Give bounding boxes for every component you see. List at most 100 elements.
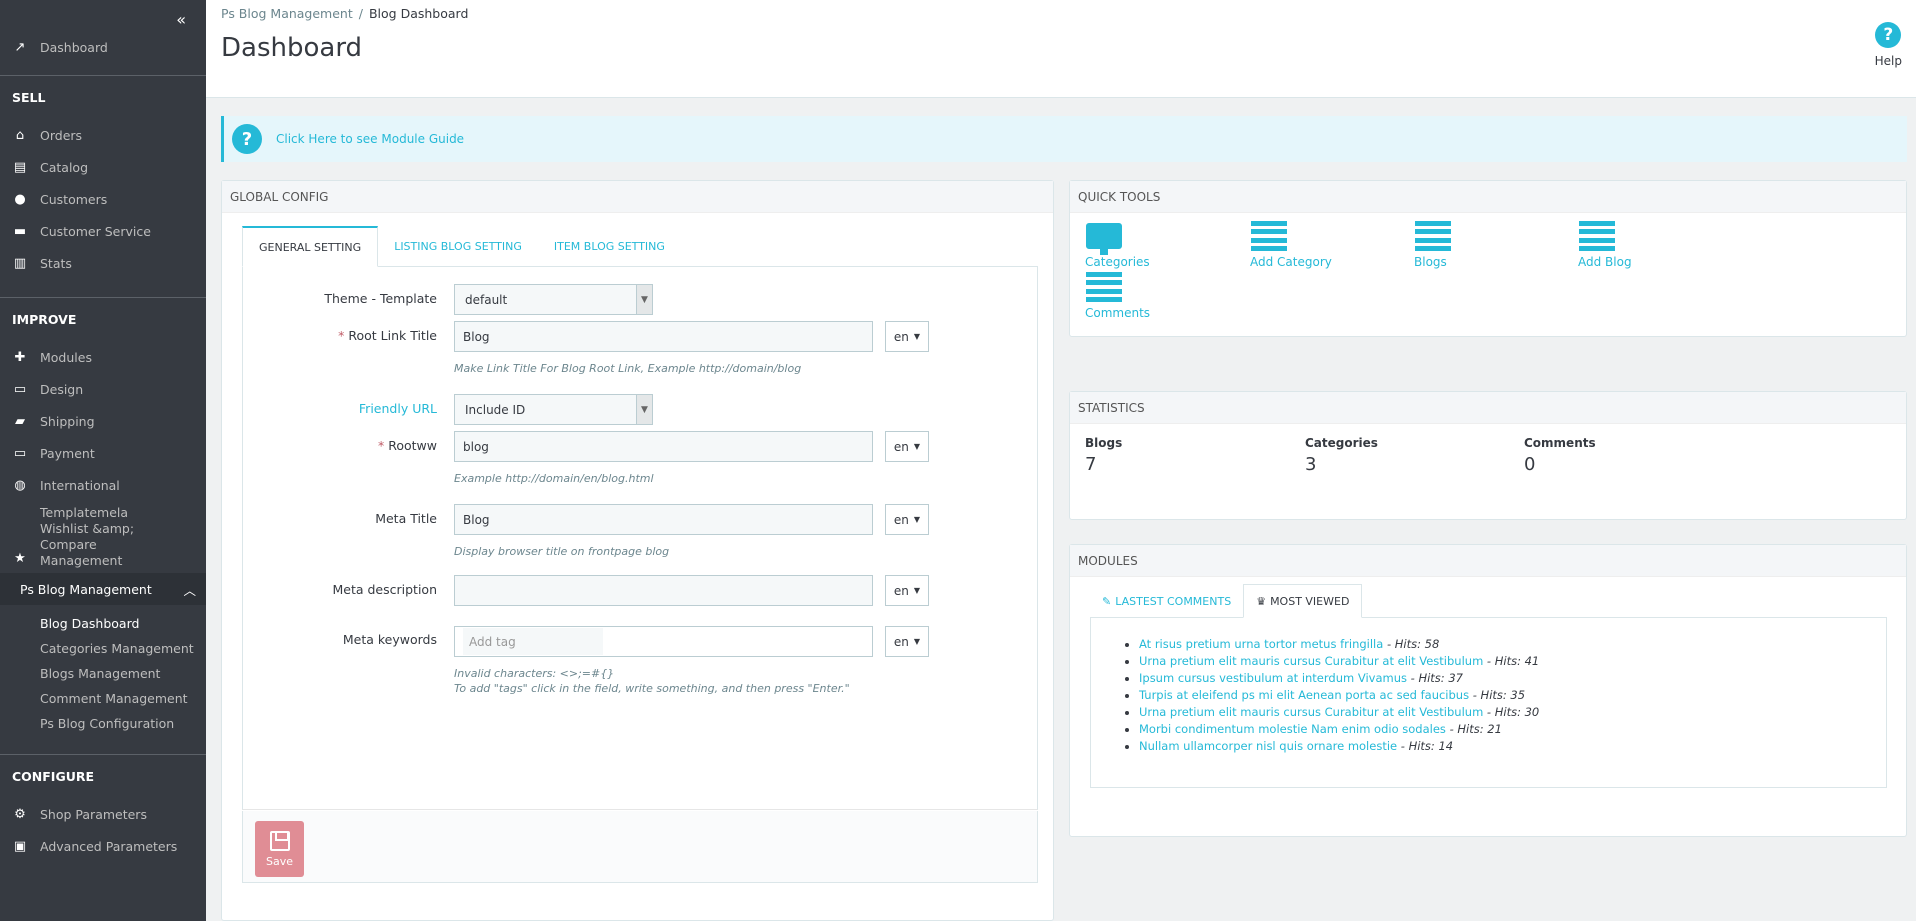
sidebar-item-dashboard[interactable]: ↗ Dashboard <box>0 31 206 63</box>
theme-template-select[interactable]: default ▼ <box>454 284 653 315</box>
trending-up-icon: ↗ <box>14 39 26 55</box>
quick-tool-label: Add Category <box>1250 255 1332 269</box>
label-text: Rootww <box>388 438 437 453</box>
meta-description-input[interactable] <box>454 575 873 606</box>
meta-keywords-tag-input[interactable]: Add tag <box>454 626 873 657</box>
sidebar-item-orders[interactable]: ⌂ Orders <box>0 119 206 151</box>
language-dropdown[interactable]: en ▼ <box>885 431 929 462</box>
blog-link[interactable]: Urna pretium elit mauris cursus Curabitu… <box>1139 654 1483 668</box>
trophy-icon: ♛ <box>1256 594 1267 608</box>
question-icon: ? <box>232 124 262 154</box>
blog-link[interactable]: Turpis at eleifend ps mi elit Aenean por… <box>1139 688 1469 702</box>
caret-down-icon: ▼ <box>913 332 921 341</box>
rootww-input[interactable]: blog <box>454 431 873 462</box>
tab-label: MOST VIEWED <box>1270 594 1350 608</box>
stat-categories: Categories 3 <box>1305 436 1378 475</box>
sidebar-item-design[interactable]: ▭ Design <box>0 373 206 405</box>
rootww-label: * Rootww <box>378 438 437 453</box>
general-setting-form: Theme - Template default ▼ * Root Link Tit… <box>242 266 1038 810</box>
sidebar-section-improve: IMPROVE <box>0 297 206 341</box>
form-footer: Save <box>242 811 1038 883</box>
settings-box-icon: ▣ <box>13 838 27 854</box>
sidebar-item-stats[interactable]: ▥ Stats <box>0 247 206 279</box>
sidebar-item-shop-parameters[interactable]: ⚙ Shop Parameters <box>0 798 206 830</box>
truck-icon: ▰ <box>15 413 25 429</box>
quick-tool-add-category[interactable]: Add Category <box>1250 219 1390 269</box>
panel-heading: QUICK TOOLS <box>1070 181 1906 213</box>
list-item: Turpis at eleifend ps mi elit Aenean por… <box>1139 687 1539 704</box>
friendly-url-select[interactable]: Include ID ▼ <box>454 394 653 425</box>
help-icon: ? <box>1875 22 1902 48</box>
stat-label: Blogs <box>1085 436 1123 450</box>
quick-tool-add-blog[interactable]: Add Blog <box>1578 219 1718 269</box>
sidebar-item-label: Payment <box>40 445 95 461</box>
caret-down-icon: ▼ <box>913 586 921 595</box>
sidebar-subitem-ps-blog-configuration[interactable]: Ps Blog Configuration <box>0 711 206 736</box>
language-dropdown[interactable]: en ▼ <box>885 626 929 657</box>
tab-general-setting[interactable]: GENERAL SETTING <box>242 226 379 267</box>
modules-panel: MODULES ✎LASTEST COMMENTS ♛MOST VIEWED A… <box>1069 544 1907 837</box>
save-button[interactable]: Save <box>255 821 304 877</box>
tab-item-blog-setting[interactable]: ITEM BLOG SETTING <box>538 226 681 267</box>
list-item: Urna pretium elit mauris cursus Curabitu… <box>1139 704 1539 721</box>
sidebar-subitem-blog-dashboard[interactable]: Blog Dashboard <box>0 611 206 636</box>
sidebar-item-ps-blog-management[interactable]: Ps Blog Management ︿ <box>0 573 206 605</box>
stat-value: 3 <box>1305 454 1317 475</box>
sidebar-item-customers[interactable]: ● Customers <box>0 183 206 215</box>
sidebar-subitem-categories-management[interactable]: Categories Management <box>0 636 206 661</box>
sidebar-item-catalog[interactable]: ▤ Catalog <box>0 151 206 183</box>
sidebar-item-advanced-parameters[interactable]: ▣ Advanced Parameters <box>0 830 206 862</box>
most-viewed-list-container: At risus pretium urna tortor metus fring… <box>1090 617 1887 788</box>
sidebar-item-label: Customer Service <box>40 223 151 239</box>
list-icon <box>1414 219 1452 253</box>
quick-tool-categories[interactable]: Categories <box>1085 219 1225 269</box>
sidebar-item-international[interactable]: ◍ International <box>0 469 206 501</box>
tab-most-viewed[interactable]: ♛ MOST VIEWED <box>1243 584 1363 618</box>
language-dropdown[interactable]: en ▼ <box>885 504 929 535</box>
quick-tool-label: Add Blog <box>1578 255 1632 269</box>
quick-tool-blogs[interactable]: Blogs <box>1414 219 1554 269</box>
select-value: default <box>465 292 508 307</box>
language-code: en <box>893 329 909 344</box>
sidebar-subitem-blogs-management[interactable]: Blogs Management <box>0 661 206 686</box>
blog-link[interactable]: At risus pretium urna tortor metus fring… <box>1139 637 1383 651</box>
help-button[interactable]: ? Help <box>1875 22 1902 68</box>
blog-link[interactable]: Urna pretium elit mauris cursus Curabitu… <box>1139 705 1483 719</box>
double-chevron-left-icon[interactable]: « <box>176 10 186 29</box>
friendly-url-label[interactable]: Friendly URL <box>359 401 437 416</box>
sidebar-item-customer-service[interactable]: ▬ Customer Service <box>0 215 206 247</box>
sidebar-item-label: Design <box>40 381 84 397</box>
sidebar-section-configure: CONFIGURE <box>0 754 206 798</box>
blog-link[interactable]: Ipsum cursus vestibulum at interdum Viva… <box>1139 671 1407 685</box>
sidebar-item-label: Dashboard <box>40 39 108 55</box>
sidebar-item-modules[interactable]: ✚ Modules <box>0 341 206 373</box>
module-guide-link[interactable]: Click Here to see Module Guide <box>276 132 464 146</box>
meta-title-input[interactable]: Blog <box>454 504 873 535</box>
blog-link[interactable]: Morbi condimentum molestie Nam enim odio… <box>1139 722 1446 736</box>
breadcrumb-item[interactable]: Ps Blog Management <box>221 6 353 21</box>
star-icon: ★ <box>14 551 26 566</box>
language-dropdown[interactable]: en ▼ <box>885 321 929 352</box>
sidebar-item-shipping[interactable]: ▰ Shipping <box>0 405 206 437</box>
hits-count: - Hits: 35 <box>1469 688 1526 702</box>
stat-comments: Comments 0 <box>1524 436 1596 475</box>
language-dropdown[interactable]: en ▼ <box>885 575 929 606</box>
sidebar-item-payment[interactable]: ▭ Payment <box>0 437 206 469</box>
quick-tool-comments[interactable]: Comments <box>1085 270 1225 320</box>
blog-link[interactable]: Nullam ullamcorper nisl quis ornare mole… <box>1139 739 1397 753</box>
root-link-title-input[interactable]: Blog <box>454 321 873 352</box>
sidebar-section-sell: SELL <box>0 75 206 119</box>
meta-keywords-hint-howto: To add "tags" click in the field, write … <box>454 682 850 695</box>
hits-count: - Hits: 21 <box>1445 722 1502 736</box>
config-tabs: GENERAL SETTING LISTING BLOG SETTING ITE… <box>242 226 681 267</box>
credit-card-icon: ▭ <box>13 445 27 461</box>
list-icon <box>1250 219 1288 253</box>
sidebar-subitem-comment-management[interactable]: Comment Management <box>0 686 206 711</box>
tab-lastest-comments[interactable]: ✎ LASTEST COMMENTS <box>1090 584 1243 618</box>
sidebar-item-templatemela[interactable]: ★ Templatemela Wishlist &amp; Compare Man… <box>0 501 206 573</box>
tab-listing-blog-setting[interactable]: LISTING BLOG SETTING <box>378 226 538 267</box>
hits-count: - Hits: 58 <box>1383 637 1440 651</box>
sidebar-item-label: Templatemela Wishlist &amp; Compare Mana… <box>40 505 135 568</box>
meta-keywords-label: Meta keywords <box>342 632 437 647</box>
sidebar-item-label: Catalog <box>40 159 89 175</box>
